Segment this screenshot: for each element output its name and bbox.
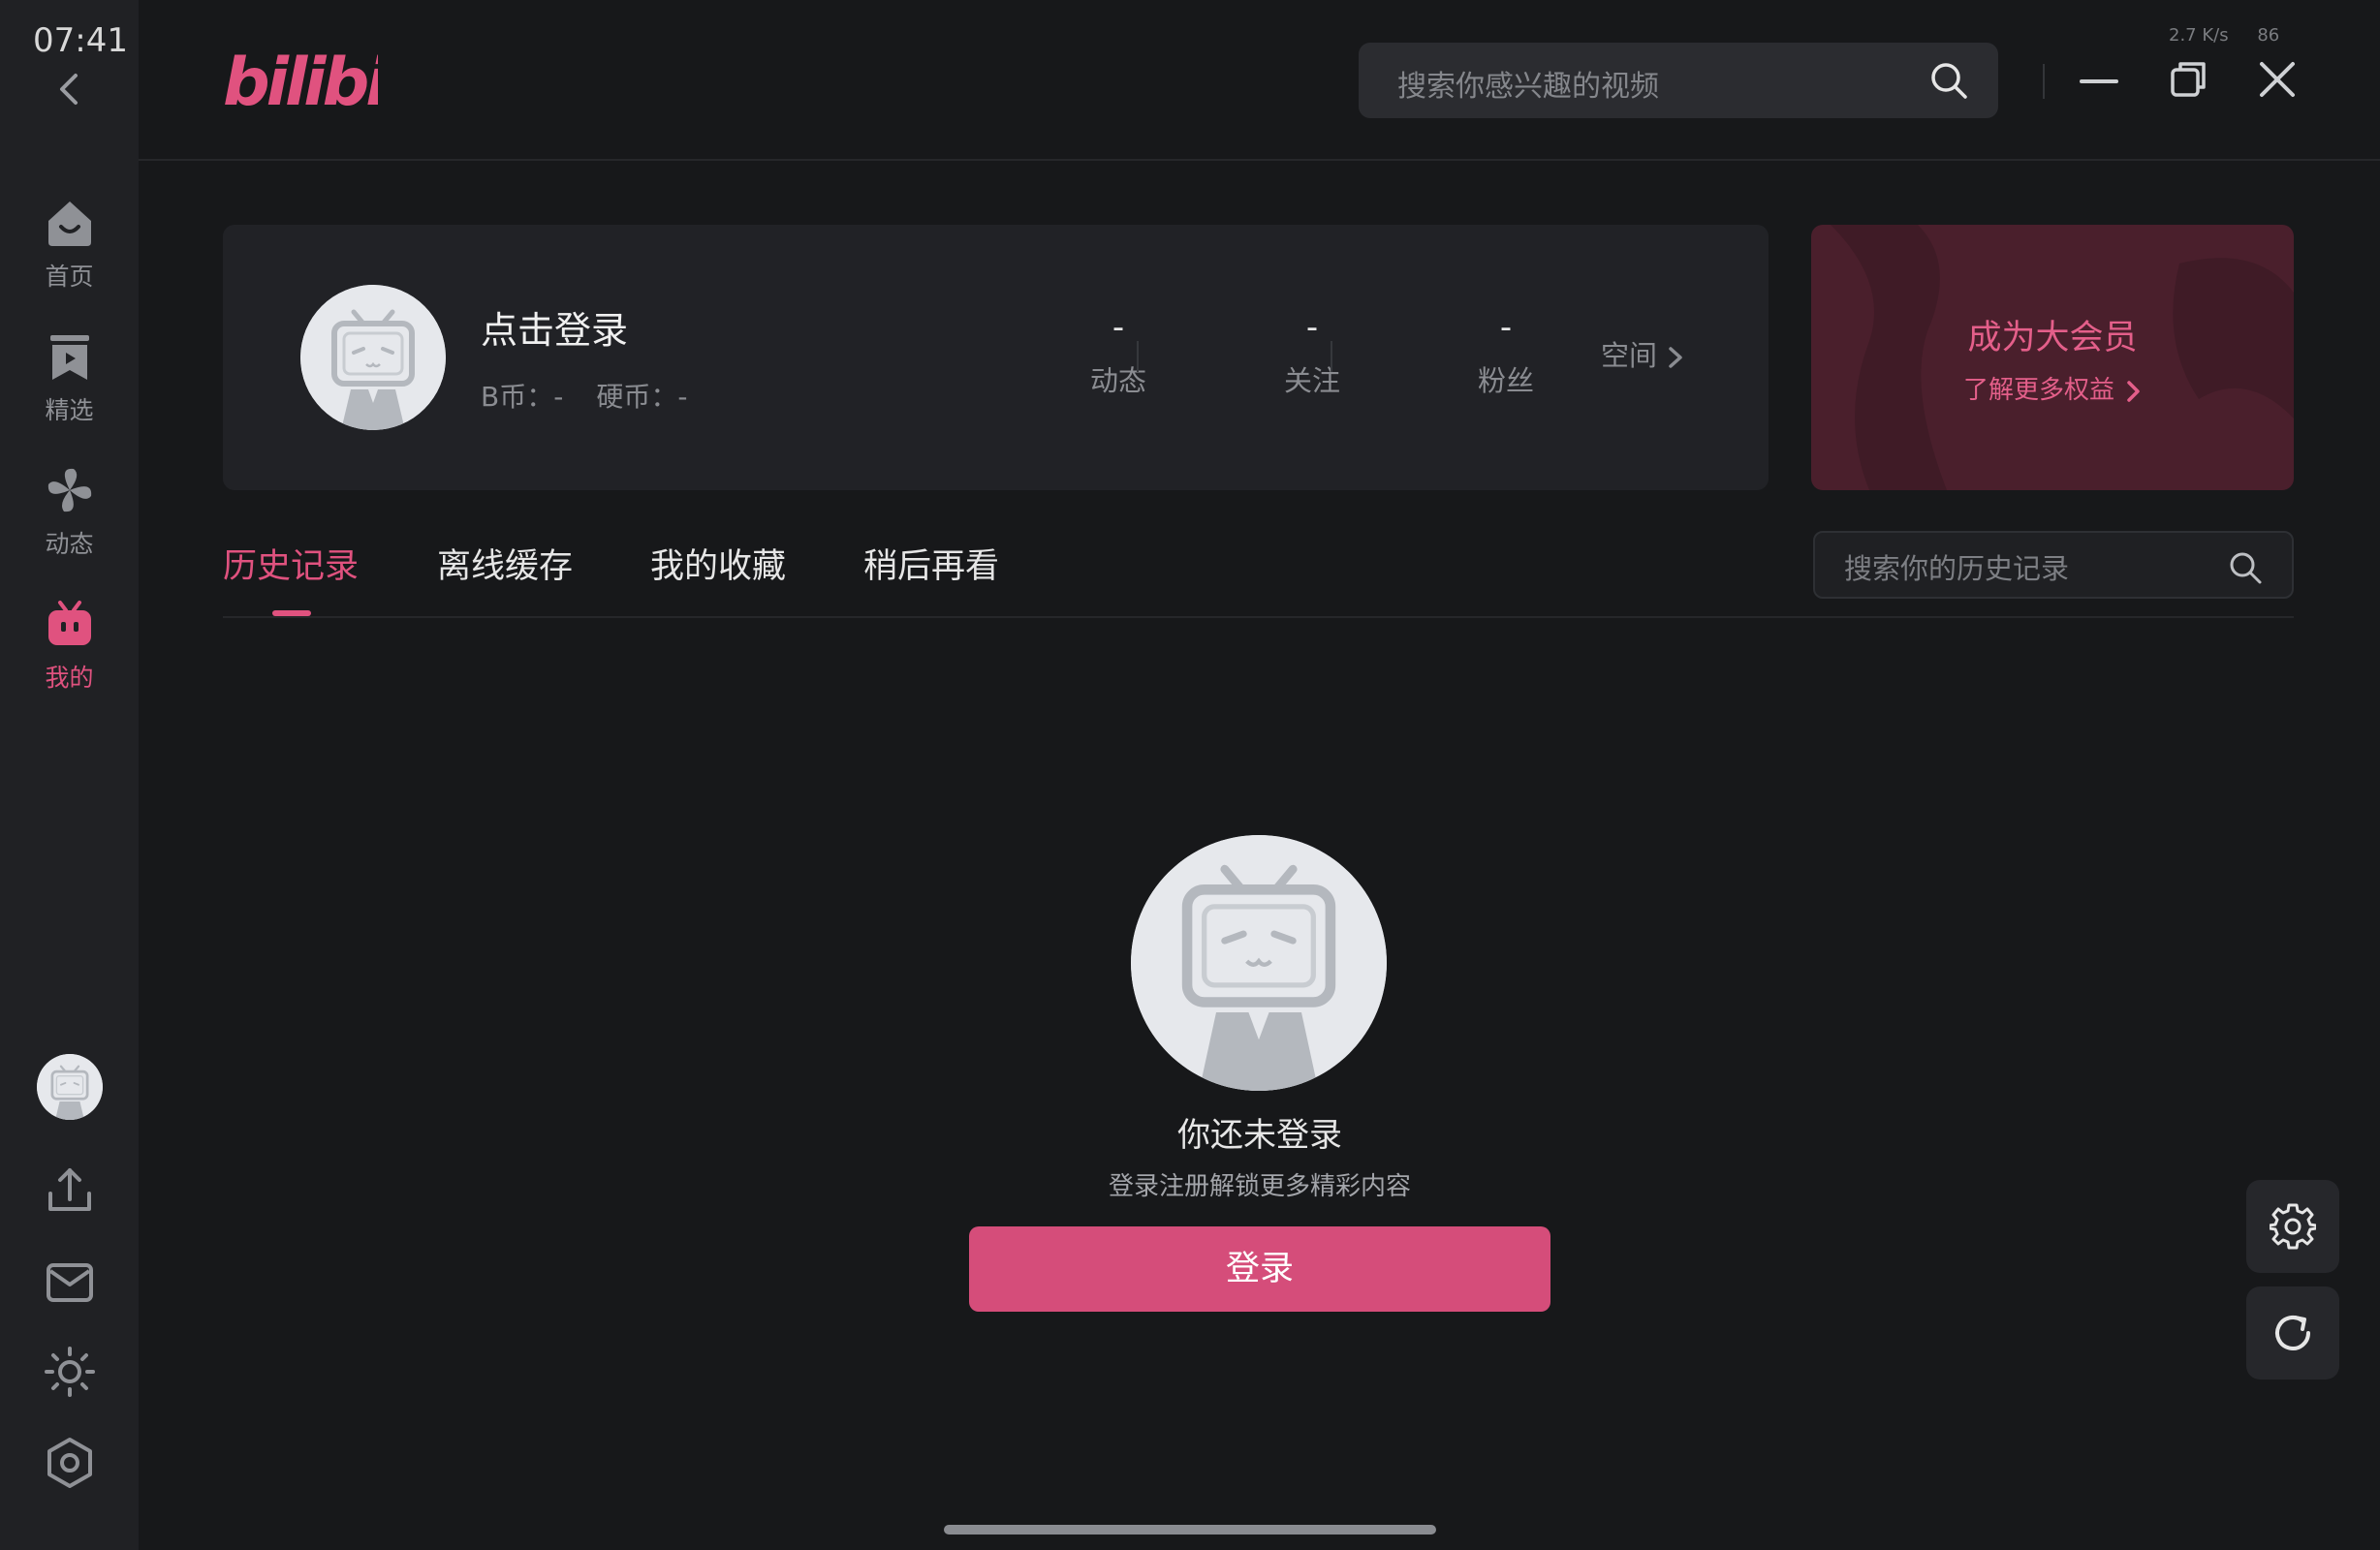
vip-title: 成为大会员 [1967,319,2138,357]
vip-subtitle: 了解更多权益 [1811,370,2294,406]
nav-item-dynamic[interactable]: 动态 [0,461,139,560]
avatar[interactable] [37,1054,103,1120]
settings-button[interactable] [2246,1180,2339,1273]
space-link[interactable]: 空间 [1601,333,1684,374]
default-avatar-icon [1131,835,1387,1091]
nav-label-featured: 精选 [45,396,94,424]
system-status: 2.7 K/s 86 [2169,25,2279,46]
nav-label-home: 首页 [45,263,94,291]
nav-item-featured[interactable]: 精选 [0,327,139,426]
history-search-input[interactable]: 搜索你的历史记录 [1813,531,2294,599]
empty-state-subtitle: 登录注册解锁更多精彩内容 [1108,1172,1411,1201]
vip-subtitle-label: 了解更多权益 [1962,376,2114,405]
chevron-right-icon [1669,347,1682,368]
nav-item-home[interactable]: 首页 [0,194,139,293]
empty-state-title: 你还未登录 [1177,1116,1342,1155]
top-search-input[interactable]: 搜索你感兴趣的视频 [1359,43,1998,118]
battery-level: 86 [2257,25,2280,46]
tabs-divider [223,616,2294,618]
brightness-icon[interactable] [41,1343,99,1401]
stat-divider [1331,341,1332,372]
stat-divider [1137,341,1139,372]
pinwheel-icon [47,468,91,512]
space-link-label: 空间 [1601,339,1658,372]
default-avatar-icon [37,1054,103,1120]
header-divider [139,159,2380,161]
profile-avatar[interactable] [300,285,446,430]
close-icon[interactable] [2254,56,2301,103]
svg-text:bilibili: bilibili [223,45,378,116]
home-indicator[interactable] [944,1525,1436,1534]
app-window: 07:41 首页 精选 动态 我的 bilib 搜索你感兴趣的视频 2.7 K/… [0,0,2380,1550]
home-icon [47,202,91,246]
stat-dynamic[interactable]: - 动态 [1041,308,1196,399]
restore-window-icon[interactable] [2165,56,2211,103]
window-controls-divider [2043,64,2045,99]
stat-fans[interactable]: - 粉丝 [1428,308,1583,399]
stat-following[interactable]: - 关注 [1235,308,1390,399]
empty-state-avatar [1131,835,1387,1091]
tv-mascot-icon [47,601,91,645]
tab-watch-later[interactable]: 稍后再看 [863,539,999,588]
stat-label: 粉丝 [1477,364,1534,397]
upload-icon[interactable] [41,1161,99,1219]
history-search-placeholder: 搜索你的历史记录 [1844,552,2070,585]
nav-item-mine[interactable]: 我的 [0,595,139,694]
tab-favorites[interactable]: 我的收藏 [650,539,786,588]
tab-offline-cache[interactable]: 离线缓存 [437,539,573,588]
stat-value: - [1112,308,1125,347]
refresh-icon [2275,1316,2310,1350]
nav-label-dynamic: 动态 [45,530,94,558]
login-prompt-title[interactable]: 点击登录 [481,300,628,354]
bilibili-logo[interactable]: bilibili [223,43,378,116]
stat-label: 关注 [1283,364,1340,397]
stat-value: - [1499,308,1513,347]
coin-balance: 硬币：- [596,381,688,413]
mail-icon[interactable] [41,1254,99,1312]
top-search-placeholder: 搜索你感兴趣的视频 [1397,70,1659,104]
gear-icon [2270,1203,2316,1250]
coin-balances: B币：- 硬币：- [481,376,687,415]
search-icon[interactable] [2228,550,2263,585]
default-avatar-icon [300,285,446,430]
back-arrow-icon[interactable] [50,68,89,110]
stat-label: 动态 [1089,364,1146,397]
minimize-icon[interactable] [2076,56,2122,103]
stat-value: - [1305,308,1319,347]
tab-history[interactable]: 历史记录 [223,539,359,588]
network-speed: 2.7 K/s [2169,25,2229,46]
refresh-button[interactable] [2246,1286,2339,1380]
left-sidebar: 07:41 首页 精选 动态 我的 [0,0,139,1550]
hexagon-settings-icon[interactable] [41,1434,99,1492]
login-button[interactable]: 登录 [969,1226,1550,1312]
bookmark-icon [49,335,89,380]
status-time: 07:41 [33,21,128,60]
b-coin-balance: B币：- [481,381,564,413]
chevron-right-icon [2127,380,2140,402]
profile-card: 点击登录 B币：- 硬币：- - 动态 - 关注 - 粉丝 空间 [223,225,1769,490]
nav-label-mine: 我的 [45,664,94,692]
vip-promo-card[interactable]: 成为大会员 了解更多权益 [1811,225,2294,490]
search-icon[interactable] [1928,60,1969,101]
